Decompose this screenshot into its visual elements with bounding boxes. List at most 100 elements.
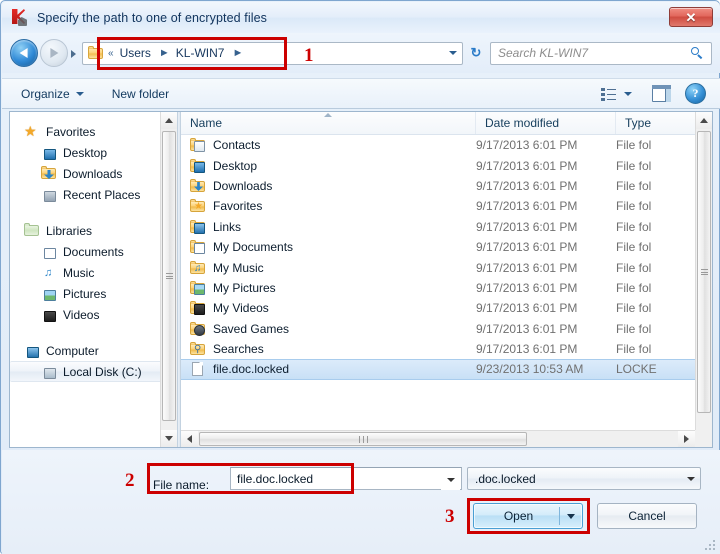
organize-label: Organize: [21, 86, 70, 101]
scrollbar-thumb[interactable]: [162, 131, 176, 421]
sidebar-item-videos[interactable]: Videos: [10, 304, 177, 325]
sidebar-item-local-disk-c[interactable]: Local Disk (C:): [10, 361, 174, 382]
file-name: Contacts: [213, 138, 261, 153]
table-row[interactable]: My Documents 9/17/2013 6:01 PM File fol: [181, 237, 695, 257]
scrollbar-thumb[interactable]: [199, 432, 527, 446]
organize-button[interactable]: Organize: [14, 83, 91, 105]
file-type-filter-dropdown-button[interactable]: [681, 468, 700, 489]
star-icon: ★: [24, 123, 37, 139]
resize-grip[interactable]: [703, 538, 715, 550]
file-name-label: File name:: [153, 478, 210, 492]
folder-documents-icon: [190, 240, 206, 255]
cancel-button[interactable]: Cancel: [597, 503, 697, 529]
sidebar-item-pictures[interactable]: Pictures: [10, 283, 177, 304]
open-button[interactable]: Open: [473, 503, 583, 529]
file-date: 9/17/2013 6:01 PM: [476, 219, 578, 234]
table-row[interactable]: Downloads 9/17/2013 6:01 PM File fol: [181, 176, 695, 196]
file-type: File fol: [616, 219, 652, 234]
table-row[interactable]: ♫ My Music 9/17/2013 6:01 PM File fol: [181, 257, 695, 277]
file-name-cell: Contacts: [181, 138, 476, 153]
table-row[interactable]: Contacts 9/17/2013 6:01 PM File fol: [181, 135, 695, 155]
table-row[interactable]: My Pictures 9/17/2013 6:01 PM File fol: [181, 278, 695, 298]
open-dropdown-button[interactable]: [560, 513, 582, 519]
sidebar-label: Recent Places: [63, 187, 141, 202]
folder-games-icon: [190, 321, 206, 336]
breadcrumb-item-users[interactable]: Users: [118, 46, 153, 60]
dialog-footer: [2, 450, 720, 554]
file-list-pane: Name Date modified Type Contacts 9/17/20…: [181, 112, 712, 447]
file-type: File fol: [616, 301, 652, 316]
title-bar: Specify the path to one of encrypted fil…: [2, 2, 720, 33]
folder-icon: [88, 46, 104, 60]
file-type: File fol: [616, 342, 652, 357]
table-row[interactable]: Desktop 9/17/2013 6:01 PM File fol: [181, 155, 695, 175]
folder-music-icon: ♫: [190, 260, 206, 275]
folder-desktop-icon: [190, 158, 206, 173]
file-name-cell: My Videos: [181, 301, 476, 316]
address-bar[interactable]: « Users ► KL-WIN7 ►: [82, 41, 463, 65]
sidebar-group-libraries: Libraries Documents ♫ Music Pictures Vid…: [10, 220, 177, 325]
column-header-date-modified[interactable]: Date modified: [476, 112, 616, 134]
sidebar-item-recent-places[interactable]: Recent Places: [10, 184, 177, 205]
folder-downloads-icon: [190, 178, 206, 193]
scroll-right-button[interactable]: [678, 431, 695, 447]
table-row[interactable]: ★ Favorites 9/17/2013 6:01 PM File fol: [181, 196, 695, 216]
file-list-scrollbar-horizontal[interactable]: [181, 430, 695, 447]
change-view-button[interactable]: [597, 83, 636, 105]
documents-icon: [41, 244, 57, 259]
scroll-up-button[interactable]: [161, 112, 177, 129]
breadcrumb-item-kl-win7[interactable]: KL-WIN7: [174, 46, 227, 60]
file-name-dropdown-button[interactable]: [441, 469, 460, 490]
chevron-down-icon: [624, 91, 632, 96]
new-folder-button[interactable]: New folder: [105, 83, 176, 105]
scroll-up-button[interactable]: [696, 112, 712, 129]
views-list-icon: [601, 87, 617, 101]
table-row[interactable]: ⚲ Searches 9/17/2013 6:01 PM File fol: [181, 339, 695, 359]
file-type: File fol: [616, 321, 652, 336]
breadcrumb-separator-0[interactable]: ►: [153, 47, 174, 59]
scrollbar-thumb[interactable]: [697, 131, 711, 413]
window-title: Specify the path to one of encrypted fil…: [37, 10, 268, 25]
file-name-cell: Links: [181, 219, 476, 234]
column-label: Type: [625, 116, 652, 130]
search-input[interactable]: Search KL-WIN7: [490, 41, 712, 65]
address-dropdown-button[interactable]: [444, 43, 462, 64]
folder-links-icon: [190, 219, 206, 234]
sidebar-item-libraries[interactable]: Libraries: [10, 220, 177, 241]
sidebar-item-downloads[interactable]: Downloads: [10, 163, 177, 184]
close-button[interactable]: ✕: [669, 7, 713, 27]
file-type-filter-select[interactable]: .doc.locked: [467, 467, 701, 490]
sidebar-scrollbar[interactable]: [160, 112, 177, 447]
table-row[interactable]: Saved Games 9/17/2013 6:01 PM File fol: [181, 319, 695, 339]
table-row-selected[interactable]: file.doc.locked 9/23/2013 10:53 AM LOCKE: [181, 359, 695, 380]
disk-icon: [41, 364, 57, 379]
back-button[interactable]: [10, 39, 38, 67]
forward-button[interactable]: [40, 39, 68, 67]
sidebar-item-music[interactable]: ♫ Music: [10, 262, 177, 283]
file-name-input[interactable]: file.doc.locked: [230, 467, 462, 490]
column-header-name[interactable]: Name: [181, 112, 476, 134]
scroll-left-button[interactable]: [181, 431, 198, 447]
refresh-button[interactable]: ↻: [465, 42, 487, 65]
breadcrumb-separator-1[interactable]: ►: [226, 47, 247, 59]
preview-pane-button[interactable]: [652, 85, 671, 102]
sidebar-item-documents[interactable]: Documents: [10, 241, 177, 262]
refresh-icon: ↻: [470, 45, 482, 60]
scroll-down-button[interactable]: [161, 430, 177, 447]
downloads-icon: [41, 166, 57, 181]
sidebar-label: Libraries: [46, 223, 93, 238]
table-row[interactable]: Links 9/17/2013 6:01 PM File fol: [181, 217, 695, 237]
sidebar-item-favorites[interactable]: ★ Favorites: [10, 121, 177, 142]
file-name: Downloads: [213, 178, 273, 193]
navigation-bar: « Users ► KL-WIN7 ► ↻ Search KL-WIN7: [2, 33, 720, 73]
table-row[interactable]: My Videos 9/17/2013 6:01 PM File fol: [181, 298, 695, 318]
sidebar-item-desktop[interactable]: Desktop: [10, 142, 177, 163]
sidebar-item-computer[interactable]: Computer: [10, 340, 177, 361]
grip-icon: [165, 272, 173, 281]
recent-locations-button[interactable]: [70, 48, 80, 58]
help-button[interactable]: ?: [685, 83, 706, 104]
file-list-scrollbar-vertical[interactable]: [695, 112, 712, 447]
column-label: Name: [190, 116, 223, 130]
sidebar-group-computer: Computer Local Disk (C:): [10, 340, 177, 382]
